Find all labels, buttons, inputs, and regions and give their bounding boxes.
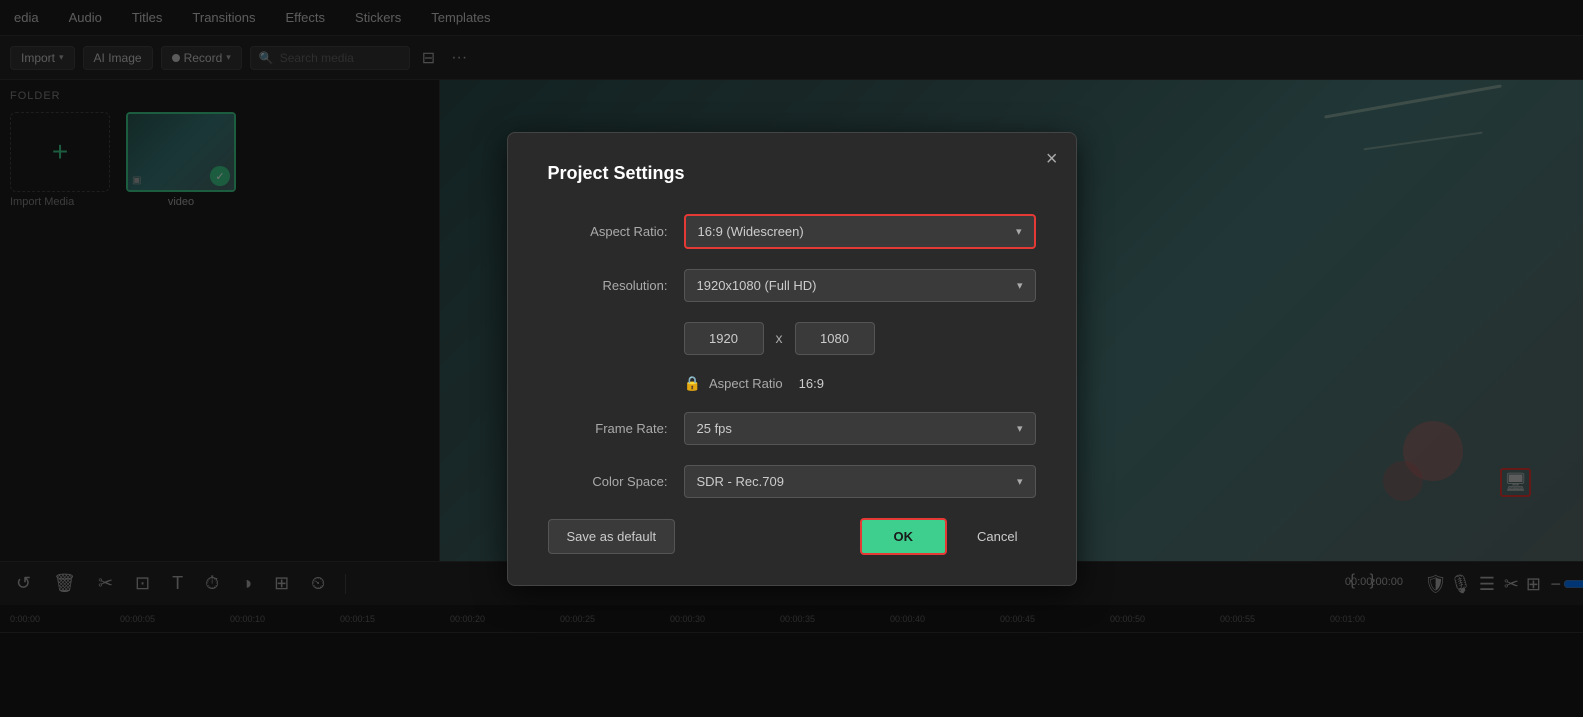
aspect-ratio-label: Aspect Ratio: <box>548 224 668 239</box>
dimension-x-label: x <box>776 330 783 346</box>
project-settings-dialog: Project Settings × Aspect Ratio: 16:9 (W… <box>507 132 1077 586</box>
aspect-ratio-select[interactable]: 16:9 (Widescreen) ▾ <box>684 214 1036 249</box>
frame-rate-select[interactable]: 25 fps ▾ <box>684 412 1036 445</box>
color-space-chevron-icon: ▾ <box>1017 475 1023 488</box>
resolution-chevron-icon: ▾ <box>1017 279 1023 292</box>
cancel-button[interactable]: Cancel <box>959 520 1035 553</box>
aspect-ratio-row: Aspect Ratio: 16:9 (Widescreen) ▾ <box>548 214 1036 249</box>
color-space-label: Color Space: <box>548 474 668 489</box>
dialog-footer: Save as default OK Cancel <box>548 518 1036 555</box>
modal-overlay: Project Settings × Aspect Ratio: 16:9 (W… <box>0 0 1583 717</box>
dialog-close-button[interactable]: × <box>1046 149 1058 169</box>
lock-aspect-ratio-row: 🔒 Aspect Ratio 16:9 <box>684 375 1036 392</box>
frame-rate-label: Frame Rate: <box>548 421 668 436</box>
resolution-select[interactable]: 1920x1080 (Full HD) ▾ <box>684 269 1036 302</box>
frame-rate-chevron-icon: ▾ <box>1017 422 1023 435</box>
dimension-row: 1920 x 1080 <box>684 322 1036 355</box>
resolution-row: Resolution: 1920x1080 (Full HD) ▾ <box>548 269 1036 302</box>
color-space-value: SDR - Rec.709 <box>697 474 784 489</box>
lock-aspect-value: 16:9 <box>799 376 824 391</box>
width-input[interactable]: 1920 <box>684 322 764 355</box>
ok-button[interactable]: OK <box>860 518 948 555</box>
height-input[interactable]: 1080 <box>795 322 875 355</box>
color-space-select[interactable]: SDR - Rec.709 ▾ <box>684 465 1036 498</box>
frame-rate-value: 25 fps <box>697 421 732 436</box>
save-as-default-button[interactable]: Save as default <box>548 519 676 554</box>
color-space-row: Color Space: SDR - Rec.709 ▾ <box>548 465 1036 498</box>
aspect-ratio-chevron-icon: ▾ <box>1016 225 1022 238</box>
frame-rate-row: Frame Rate: 25 fps ▾ <box>548 412 1036 445</box>
lock-aspect-label: Aspect Ratio <box>709 376 783 391</box>
lock-icon: 🔒 <box>684 375 701 392</box>
dialog-title: Project Settings <box>548 163 1036 184</box>
aspect-ratio-value: 16:9 (Widescreen) <box>698 224 804 239</box>
resolution-label: Resolution: <box>548 278 668 293</box>
aspect-ratio-wrapper: 16:9 (Widescreen) ▾ <box>684 214 1036 249</box>
resolution-value: 1920x1080 (Full HD) <box>697 278 817 293</box>
